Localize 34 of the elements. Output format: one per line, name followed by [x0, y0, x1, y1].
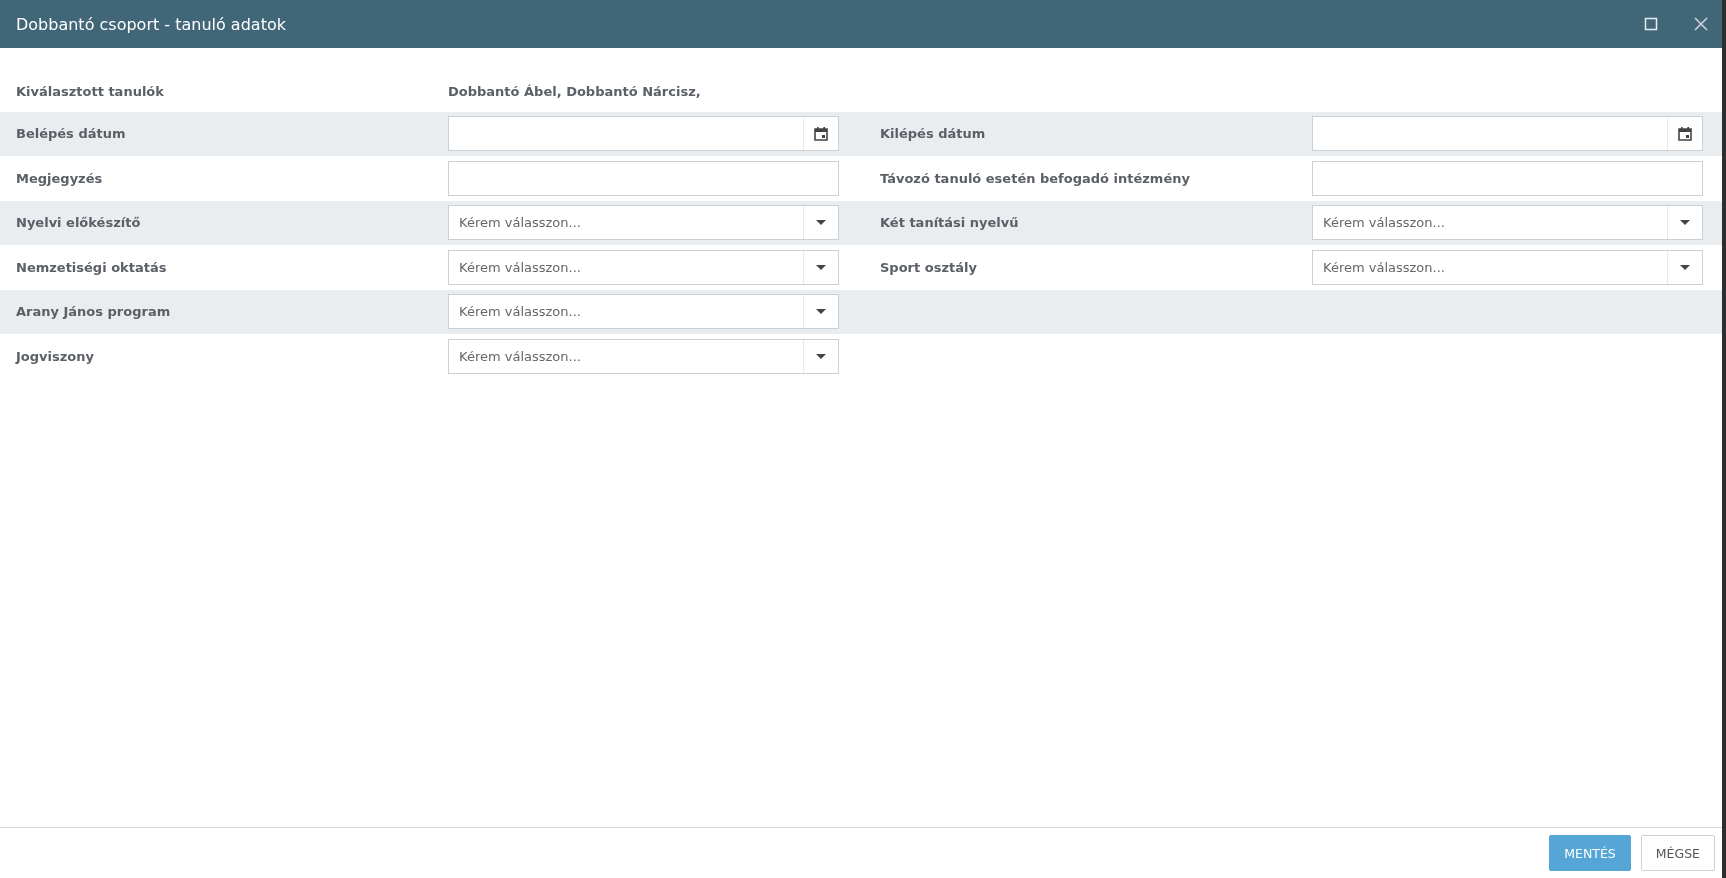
calendar-icon[interactable] — [813, 125, 829, 142]
select-dropdown[interactable]: Kérem válasszon... — [448, 294, 839, 330]
caret-icon[interactable] — [815, 308, 827, 316]
input-field[interactable] — [1312, 160, 1703, 196]
select-dropdown[interactable]: Kérem válasszon... — [448, 205, 839, 241]
selected-students-text: Dobbantó Ábel, Dobbantó Nárcisz, — [448, 84, 701, 99]
calendar-icon[interactable] — [1677, 125, 1693, 142]
field-label: Nyelvi előkészítő — [16, 215, 142, 231]
field-label: Kilépés dátum — [880, 126, 987, 142]
caret-icon[interactable] — [815, 352, 827, 360]
caret-icon[interactable] — [815, 219, 827, 227]
field-label: Nemzetiségi oktatás — [16, 259, 168, 275]
date-field[interactable] — [1312, 116, 1703, 152]
close-icon[interactable] — [1694, 17, 1708, 31]
field-label: Jogviszony — [16, 348, 95, 364]
caret-icon[interactable] — [1679, 263, 1691, 271]
maximize-icon[interactable] — [1644, 17, 1658, 31]
field-label: Belépés dátum — [16, 126, 127, 142]
date-field[interactable] — [448, 116, 839, 152]
field-label: Megjegyzés — [16, 170, 104, 186]
caret-icon[interactable] — [815, 263, 827, 271]
select-dropdown[interactable]: Kérem válasszon... — [448, 249, 839, 285]
cancel-button[interactable]: MÉGSE — [1640, 835, 1715, 871]
field-label: Arany János program — [16, 304, 172, 320]
caret-icon[interactable] — [1679, 219, 1691, 227]
select-dropdown[interactable]: Kérem válasszon... — [448, 338, 839, 374]
select-dropdown[interactable]: Kérem válasszon... — [1312, 205, 1703, 241]
field-label: Sport osztály — [880, 259, 978, 275]
field-label: Két tanítási nyelvű — [880, 215, 1020, 231]
window-title: Dobbantó csoport - tanuló adatok — [16, 14, 286, 34]
input-field[interactable] — [448, 160, 839, 196]
field-label: Távozó tanuló esetén befogadó intézmény — [880, 170, 1191, 186]
field-label: Kiválasztott tanulók — [16, 84, 165, 99]
select-dropdown[interactable]: Kérem válasszon... — [1312, 249, 1703, 285]
